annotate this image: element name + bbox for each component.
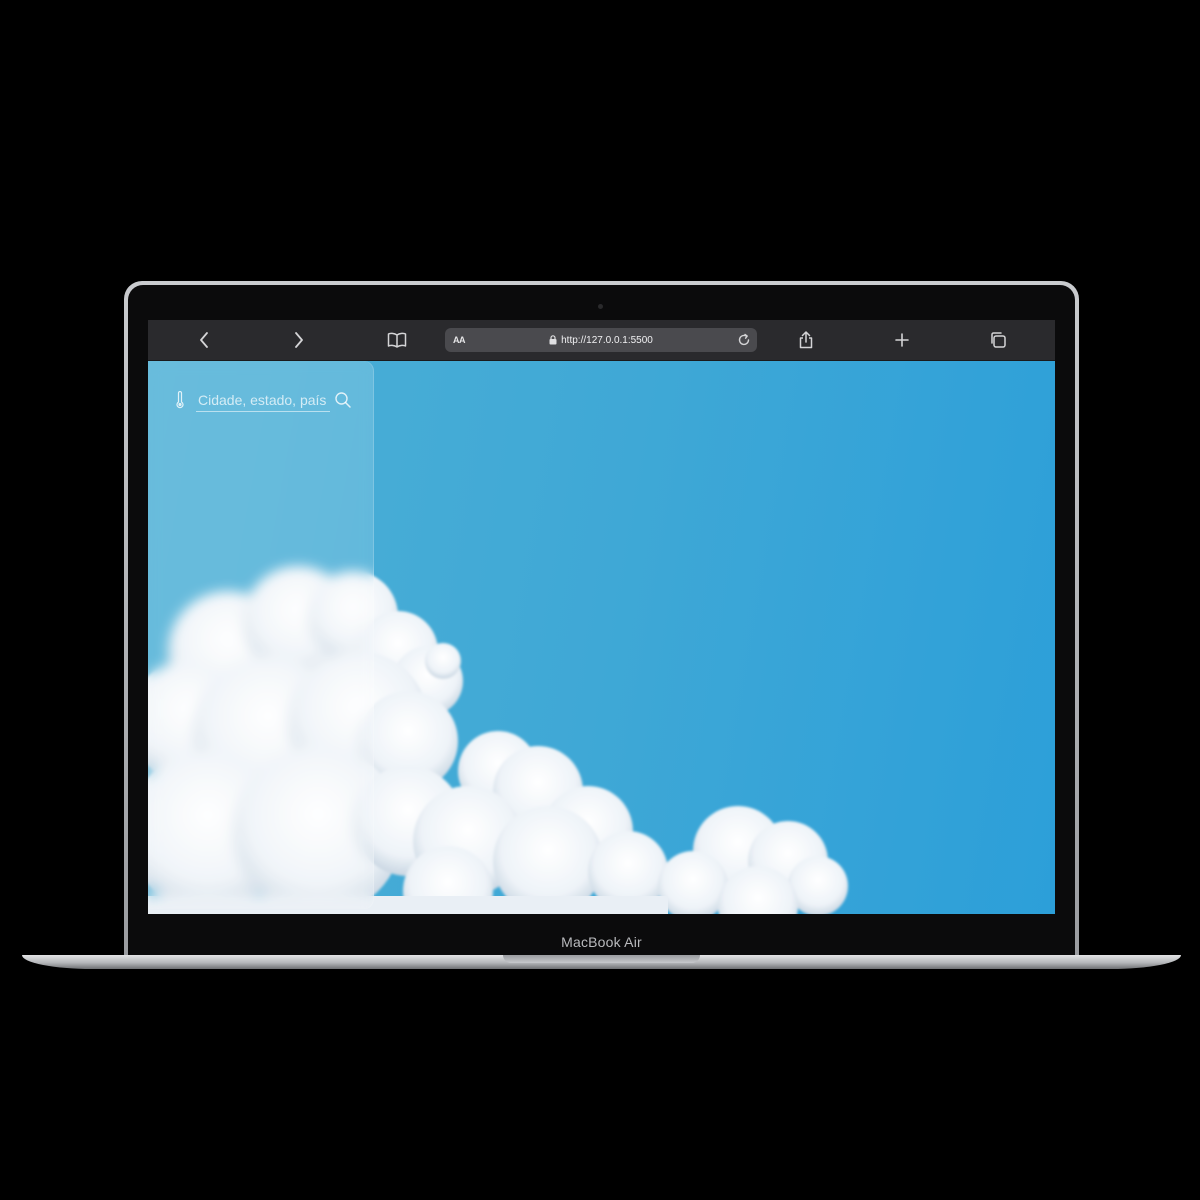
url-display: http://127.0.0.1:5500 — [445, 328, 757, 352]
city-search-input[interactable] — [196, 389, 330, 412]
browser-screen: AA http://127.0.0.1:5500 — [148, 320, 1055, 914]
back-icon[interactable] — [189, 320, 219, 360]
browser-toolbar: AA http://127.0.0.1:5500 — [148, 320, 1055, 361]
thermometer-icon — [175, 390, 185, 414]
lock-icon — [549, 335, 557, 345]
tabs-icon[interactable] — [983, 320, 1013, 360]
bookmarks-icon[interactable] — [382, 320, 412, 360]
lid-notch — [503, 955, 700, 963]
camera — [598, 304, 603, 309]
weather-app-page — [148, 361, 1055, 914]
reload-icon[interactable] — [737, 328, 751, 352]
search-icon[interactable] — [334, 391, 352, 414]
search-bar — [172, 389, 352, 413]
forward-icon[interactable] — [284, 320, 314, 360]
url-text: http://127.0.0.1:5500 — [561, 334, 653, 346]
search-panel — [148, 361, 374, 909]
share-icon[interactable] — [791, 320, 821, 360]
new-tab-icon[interactable] — [887, 320, 917, 360]
address-bar[interactable]: AA http://127.0.0.1:5500 — [445, 328, 757, 352]
device-label: MacBook Air — [561, 934, 642, 950]
